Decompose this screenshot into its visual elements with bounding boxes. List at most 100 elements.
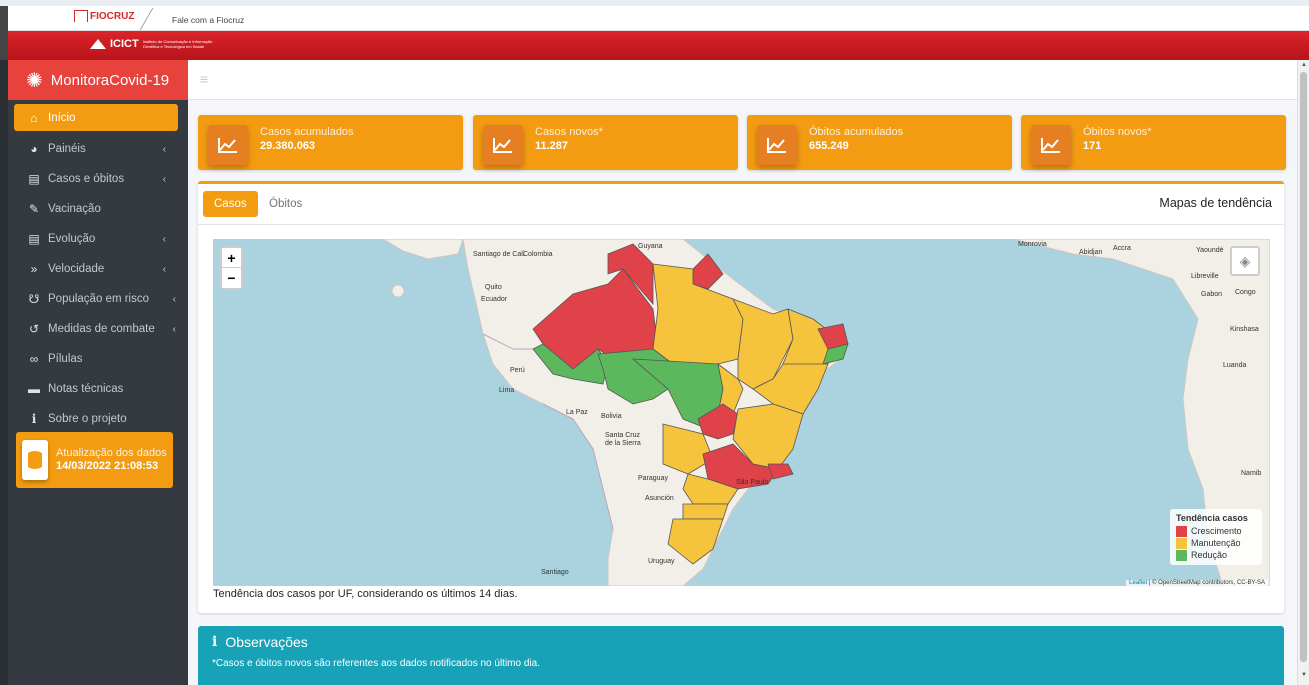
map-label: Accra — [1113, 245, 1131, 252]
chart-line-icon — [483, 125, 523, 165]
map-legend: Tendência casos Crescimento Manutenção R… — [1170, 509, 1262, 565]
map-label: Libreville — [1191, 273, 1219, 280]
sidebar-item-label: Evolução — [48, 233, 96, 245]
info-icon: i — [31, 412, 37, 426]
sidebar-item-label: Casos e óbitos — [48, 173, 125, 185]
sidebar-item-inicio[interactable]: ⌂ Início — [14, 104, 178, 131]
double-chevron-icon: » — [30, 262, 38, 276]
trend-map[interactable]: + − ◈ Santiago de Cali Colombia Guyana Q… — [213, 239, 1270, 586]
top-left-strip — [0, 6, 8, 60]
map-canvas — [382, 239, 1270, 586]
chart-pie-icon: ◕ — [30, 142, 38, 156]
notes-icon: ▬ — [28, 382, 40, 396]
sidebar-item-populacao-risco[interactable]: ☋ População em risco ‹ — [8, 284, 188, 314]
sidebar-item-label: Vacinação — [48, 203, 101, 215]
card-title: Mapas de tendência — [1159, 196, 1272, 210]
map-label: Uruguay — [648, 558, 675, 565]
sidebar-item-vacinacao[interactable]: ✎ Vacinação — [8, 194, 188, 224]
leaflet-link[interactable]: Leaflet — [1129, 580, 1147, 586]
brand-link[interactable]: ✺ MonitoraCovid-19 — [8, 60, 188, 100]
scroll-up-icon[interactable]: ▲ — [1301, 62, 1307, 68]
sidebar-item-notas-tecnicas[interactable]: ▬ Notas técnicas — [8, 374, 188, 404]
zoom-out-button[interactable]: − — [222, 268, 241, 288]
update-label: Atualização dos dados — [56, 447, 167, 459]
zoom-in-button[interactable]: + — [222, 248, 241, 268]
map-label: Yaoundé — [1196, 247, 1224, 254]
legend-item: Crescimento — [1176, 525, 1256, 537]
map-caption: Tendência dos casos por UF, considerando… — [213, 588, 518, 600]
map-label: Colombia — [523, 251, 553, 258]
trend-map-card: Casos Óbitos Mapas de tendência + − ◈ Sa… — [198, 181, 1284, 613]
icict-logo[interactable]: ICICT Instituto de Comunicação e Informa… — [90, 38, 213, 50]
main-header: ≡ — [188, 60, 1297, 100]
sidebar-item-evolucao[interactable]: ▤ Evolução ‹ — [8, 224, 188, 254]
chart-line-icon — [208, 125, 248, 165]
sidebar-left-strip — [0, 60, 8, 685]
map-label: Paraguay — [638, 475, 668, 482]
map-attribution: Leaflet | © OpenStreetMap contributors, … — [1126, 580, 1268, 586]
map-label: Asunción — [645, 495, 674, 502]
legend-swatch — [1176, 549, 1187, 561]
info-box-value: 11.287 — [535, 140, 569, 152]
hamburger-menu-icon[interactable]: ≡ — [200, 71, 208, 87]
info-box-value: 655.249 — [809, 140, 849, 152]
sidebar-item-label: Início — [48, 111, 76, 124]
sidebar-item-casos-obitos[interactable]: ▤ Casos e óbitos ‹ — [8, 164, 188, 194]
sidebar-item-label: Pílulas — [48, 353, 83, 365]
sidebar-item-label: População em risco — [48, 293, 149, 305]
observacoes-text: *Casos e óbitos novos são referentes aos… — [212, 658, 540, 669]
chevron-left-icon: ‹ — [162, 233, 166, 245]
sidebar-item-paineis[interactable]: ◕ Painéis ‹ — [8, 134, 188, 164]
zoom-control: + − — [220, 246, 243, 290]
info-box-label: Casos novos* — [535, 126, 603, 138]
info-box-label: Casos acumulados — [260, 126, 354, 138]
fiocruz-logo[interactable]: FIOCRUZ — [74, 10, 134, 22]
info-box-label: Óbitos acumulados — [809, 126, 904, 138]
chevron-left-icon: ‹ — [162, 143, 166, 155]
card-header: Casos Óbitos Mapas de tendência — [198, 184, 1284, 225]
scroll-down-icon[interactable]: ▼ — [1301, 672, 1307, 678]
legend-item: Manutenção — [1176, 537, 1256, 549]
tab-casos[interactable]: Casos — [203, 191, 258, 217]
chart-line-icon — [757, 125, 797, 165]
brand-title: MonitoraCovid-19 — [50, 71, 170, 89]
map-label: Monrovia — [1018, 241, 1047, 248]
map-label: Kinshasa — [1230, 326, 1259, 333]
sidebar-item-velocidade[interactable]: » Velocidade ‹ — [8, 254, 188, 284]
layers-icon[interactable]: ◈ — [1230, 246, 1260, 276]
legend-swatch — [1176, 537, 1187, 549]
page-scrollbar[interactable]: ▲ ▼ — [1297, 60, 1309, 685]
sidebar-item-pilulas[interactable]: ∞ Pílulas — [8, 344, 188, 374]
legend-item: Redução — [1176, 549, 1256, 561]
chart-line-icon — [1031, 125, 1071, 165]
sidebar-item-label: Velocidade — [48, 263, 105, 275]
map-label: Quito — [485, 284, 502, 291]
sidebar-item-medidas-combate[interactable]: ↺ Medidas de combate ‹ — [8, 314, 188, 344]
database-icon — [22, 440, 48, 480]
info-box-casos-acumulados: Casos acumulados 29.380.063 — [198, 115, 463, 170]
syringe-icon: ✎ — [28, 202, 40, 216]
binoculars-icon: ∞ — [29, 352, 39, 366]
chevron-left-icon: ‹ — [172, 293, 176, 305]
map-label: Luanda — [1223, 362, 1247, 369]
map-label: Lima — [499, 387, 515, 394]
fiocruz-logo-icon — [74, 10, 88, 22]
fale-link[interactable]: Fale com a Fiocruz — [172, 15, 244, 25]
map-label: Perú — [510, 367, 525, 374]
undo-icon: ↺ — [28, 322, 40, 336]
sidebar-nav: ⌂ Início ◕ Painéis ‹ ▤ Casos e óbitos ‹ … — [8, 104, 188, 434]
sidebar-item-sobre-projeto[interactable]: i Sobre o projeto — [8, 404, 188, 434]
update-box: Atualização dos dados 14/03/2022 21:08:5… — [16, 432, 173, 488]
map-label: Guyana — [638, 243, 663, 250]
map-label: Gabon — [1201, 291, 1223, 298]
sidebar-item-label: Painéis — [48, 143, 86, 155]
update-value: 14/03/2022 21:08:53 — [56, 460, 159, 472]
scrollbar-thumb[interactable] — [1300, 72, 1307, 662]
sidebar-item-label: Medidas de combate — [48, 323, 155, 335]
chevron-left-icon: ‹ — [162, 263, 166, 275]
tab-obitos[interactable]: Óbitos — [258, 191, 313, 217]
observacoes-callout: i Observações *Casos e óbitos novos são … — [198, 626, 1284, 685]
map-label: La Paz — [566, 409, 588, 416]
info-box-label: Óbitos novos* — [1083, 126, 1152, 138]
map-label: Ecuador — [481, 296, 508, 303]
